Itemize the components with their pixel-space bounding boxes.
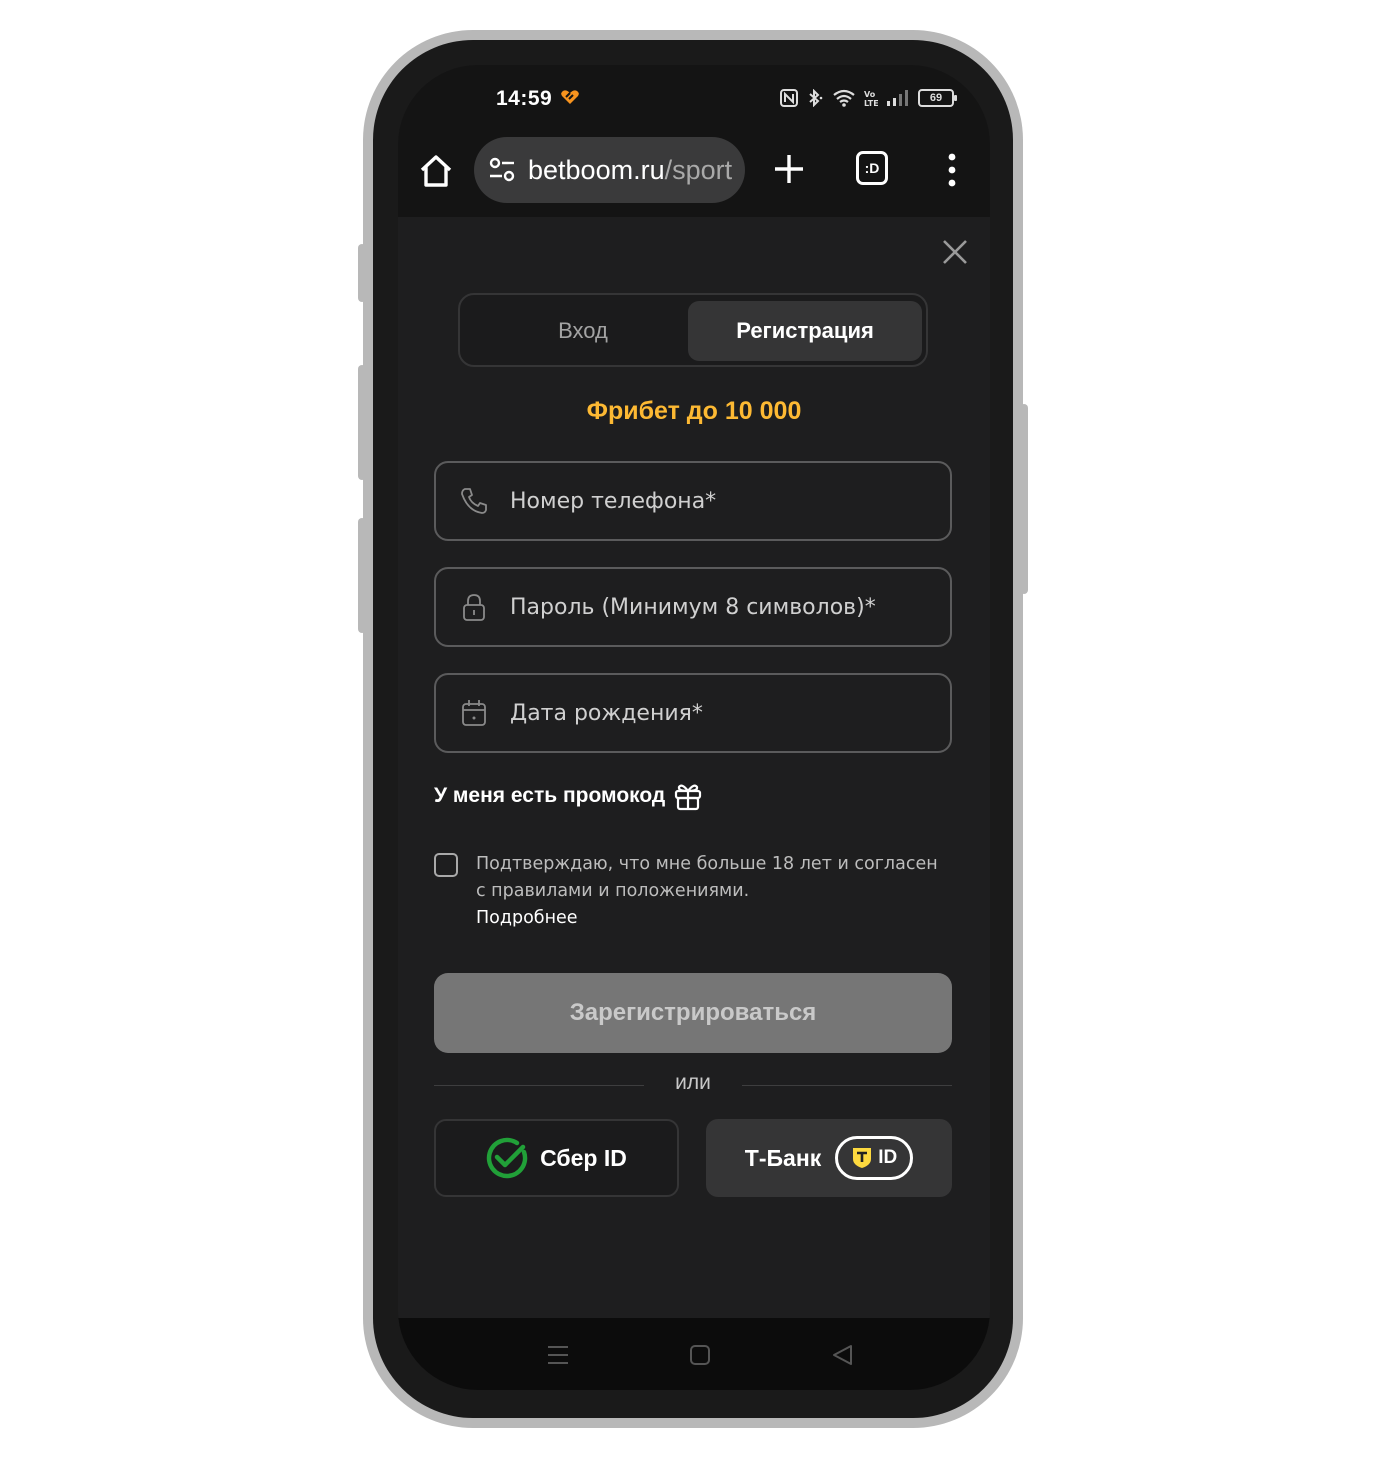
phone-side-button — [1020, 404, 1028, 594]
url-path: /sport — [664, 154, 733, 185]
phone-field[interactable] — [434, 461, 952, 541]
phone-screen: 14:59 Vo LTE 69 betboom.ru/sport:D Вход… — [398, 65, 990, 1390]
freebet-banner: Фрибет до 10 000 — [586, 397, 802, 425]
app-notification-icon — [561, 90, 579, 104]
password-input[interactable] — [508, 593, 932, 621]
svg-text:LTE: LTE — [864, 99, 878, 107]
status-icons: Vo LTE 69 — [780, 89, 957, 107]
phone-input[interactable] — [508, 487, 932, 515]
status-bar: 14:59 Vo LTE 69 — [398, 65, 990, 135]
gift-icon — [675, 784, 702, 811]
lock-icon — [463, 594, 485, 621]
tab-switcher-icon[interactable]: :D — [856, 151, 888, 185]
site-settings-icon[interactable] — [488, 156, 516, 184]
tbank-id-badge: ID — [835, 1136, 914, 1180]
home-icon[interactable] — [416, 151, 456, 191]
agreement-text: Подтверждаю, что мне больше 18 лет и сог… — [476, 851, 946, 932]
kebab-menu-icon[interactable] — [946, 153, 958, 187]
tab-register[interactable]: Регистрация — [688, 301, 922, 361]
nav-home-icon[interactable] — [688, 1344, 712, 1366]
agreement-more-link[interactable]: Подробнее — [476, 905, 946, 932]
or-label: или — [675, 1071, 711, 1094]
phone-icon — [461, 488, 487, 514]
birthdate-input[interactable] — [508, 699, 932, 727]
agreement-label: Подтверждаю, что мне больше 18 лет и сог… — [476, 854, 938, 901]
nfc-icon — [780, 89, 798, 107]
url-text: betboom.ru/sport — [528, 155, 738, 186]
status-time: 14:59 — [496, 87, 553, 110]
signal-icon — [887, 90, 908, 106]
promo-code-label: У меня есть промокод — [434, 784, 666, 807]
bluetooth-icon — [809, 89, 823, 107]
tab-login[interactable]: Вход — [466, 301, 700, 361]
nav-back-icon[interactable] — [831, 1344, 855, 1366]
or-divider: или — [434, 1071, 952, 1099]
register-button[interactable]: Зарегистрироваться — [434, 973, 952, 1053]
nav-recents-icon[interactable] — [546, 1344, 570, 1366]
volte-icon: VoLTE — [864, 90, 878, 107]
birthdate-field[interactable] — [434, 673, 952, 753]
tbank-id-text: ID — [878, 1147, 898, 1168]
tbank-shield-icon — [853, 1148, 872, 1168]
close-icon[interactable] — [940, 237, 970, 267]
phone-side-button — [358, 244, 366, 302]
system-navigation-bar — [398, 1318, 990, 1390]
divider-line — [742, 1085, 952, 1086]
sber-id-label: Сбер ID — [540, 1144, 627, 1171]
battery-indicator: 69 — [918, 89, 957, 107]
age-agreement-checkbox[interactable] — [434, 853, 458, 877]
auth-tabs: Вход Регистрация — [458, 293, 928, 367]
wifi-icon — [833, 89, 855, 107]
plus-icon[interactable] — [772, 152, 806, 186]
url-domain: betboom.ru — [528, 154, 665, 185]
sber-logo-icon — [486, 1137, 528, 1179]
promo-code-link[interactable]: У меня есть промокод — [434, 781, 703, 811]
address-bar[interactable]: betboom.ru/sport — [474, 137, 745, 203]
tbank-id-button[interactable]: Т-Банк ID — [706, 1119, 952, 1197]
calendar-icon — [462, 700, 486, 726]
browser-toolbar: betboom.ru/sport :D — [398, 135, 990, 217]
svg-text:Vo: Vo — [864, 90, 876, 99]
phone-side-button — [358, 365, 366, 480]
sber-id-button[interactable]: Сбер ID — [434, 1119, 679, 1197]
tbank-label: Т-Банк — [744, 1144, 822, 1171]
password-field[interactable] — [434, 567, 952, 647]
phone-side-button — [358, 518, 366, 633]
